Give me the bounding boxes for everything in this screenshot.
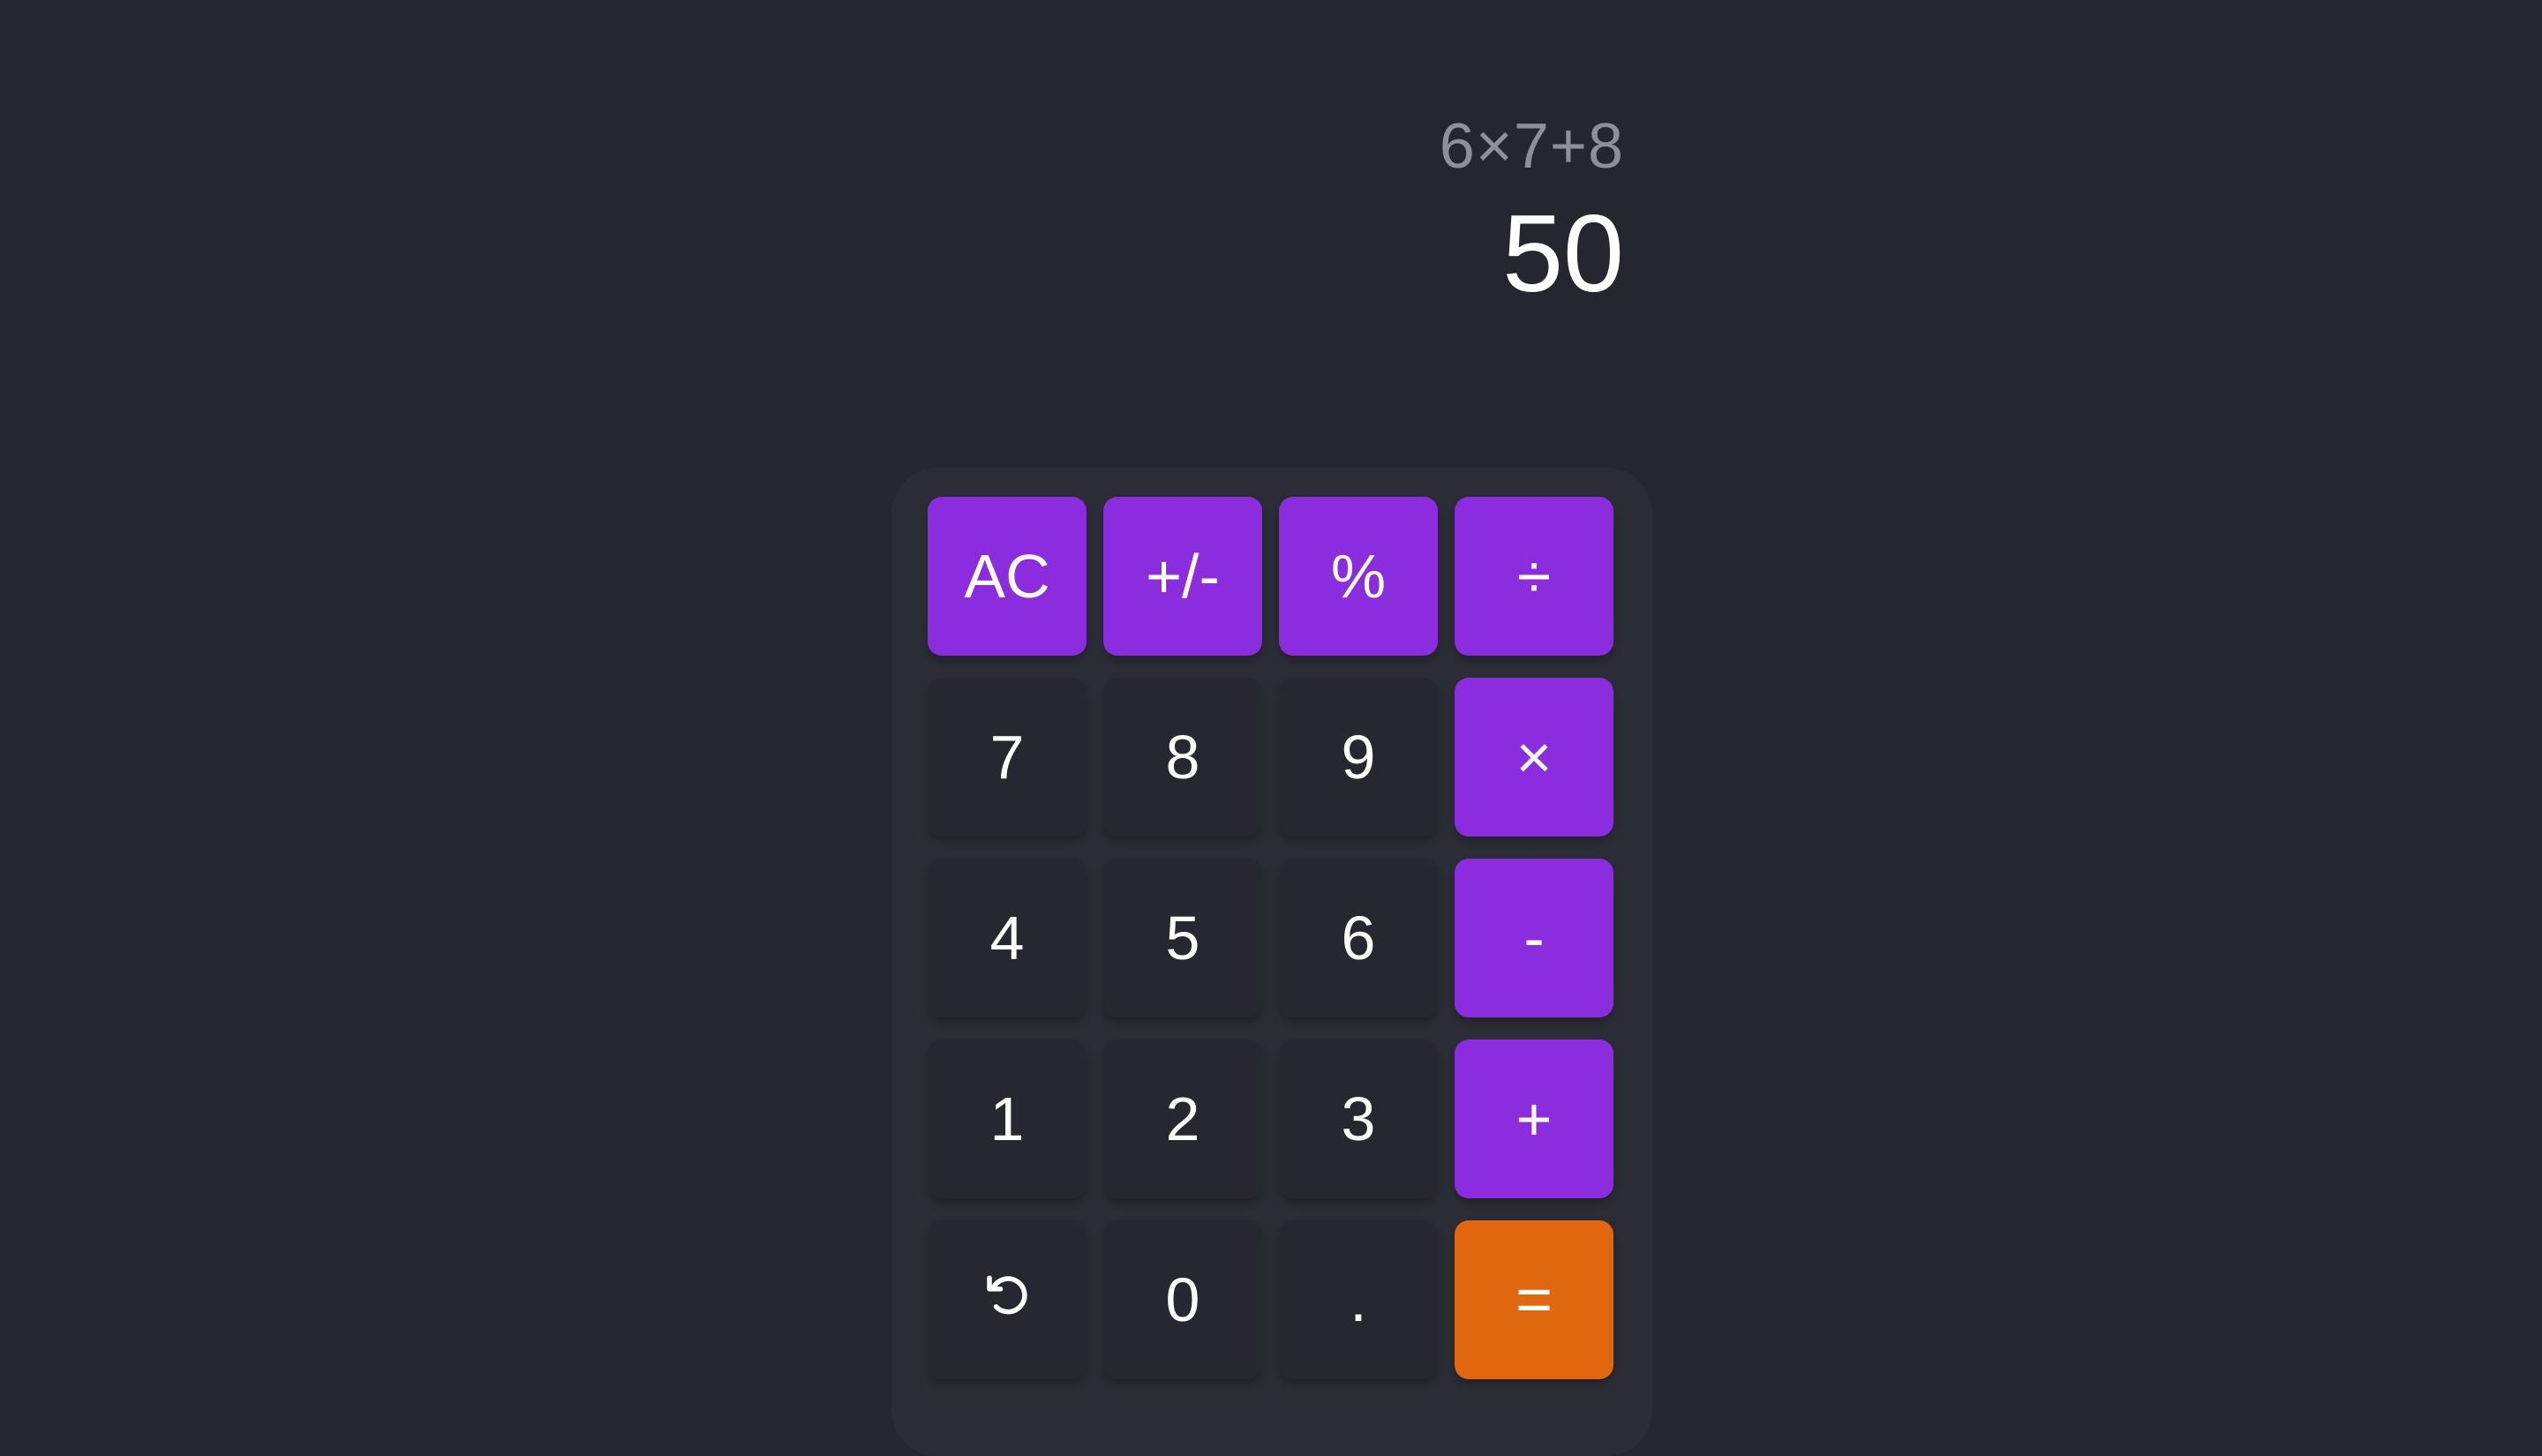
digit-5-label: 5 bbox=[1165, 904, 1200, 972]
digit-4-label: 4 bbox=[989, 904, 1025, 972]
add-button[interactable]: + bbox=[1455, 1039, 1613, 1198]
keypad: AC +/-% ÷ 7 8 9 × 4 5 6 - 1 2 3 +0. = bbox=[891, 468, 1652, 1456]
decimal-label: . bbox=[1350, 1265, 1367, 1334]
digit-6-button[interactable]: 6 bbox=[1279, 859, 1438, 1017]
undo-button[interactable] bbox=[928, 1220, 1087, 1379]
multiply-label: × bbox=[1515, 723, 1553, 792]
clear-button[interactable]: AC bbox=[928, 497, 1087, 656]
negate-button[interactable]: +/- bbox=[1103, 497, 1262, 656]
keypad-grid: AC +/-% ÷ 7 8 9 × 4 5 6 - 1 2 3 +0. = bbox=[928, 497, 1613, 1379]
result-text: 50 bbox=[1502, 193, 1624, 315]
digit-8-label: 8 bbox=[1165, 723, 1200, 792]
undo-icon bbox=[981, 1265, 1034, 1335]
percent-label: % bbox=[1330, 542, 1387, 611]
digit-4-button[interactable]: 4 bbox=[928, 859, 1087, 1017]
subtract-button[interactable]: - bbox=[1455, 859, 1613, 1017]
digit-7-button[interactable]: 7 bbox=[928, 678, 1087, 837]
subtract-label: - bbox=[1523, 904, 1545, 972]
equals-label: = bbox=[1515, 1265, 1553, 1335]
percent-button[interactable]: % bbox=[1279, 497, 1438, 656]
digit-2-label: 2 bbox=[1165, 1084, 1200, 1153]
digit-0-button[interactable]: 0 bbox=[1103, 1220, 1262, 1379]
decimal-button[interactable]: . bbox=[1279, 1220, 1438, 1379]
add-label: + bbox=[1515, 1084, 1553, 1153]
equals-button[interactable]: = bbox=[1455, 1220, 1613, 1379]
digit-3-button[interactable]: 3 bbox=[1279, 1039, 1438, 1198]
digit-5-button[interactable]: 5 bbox=[1103, 859, 1262, 1017]
negate-label: +/- bbox=[1146, 542, 1220, 611]
digit-2-button[interactable]: 2 bbox=[1103, 1039, 1262, 1198]
digit-0-label: 0 bbox=[1165, 1265, 1200, 1334]
calculator-display: 6×7+8 50 bbox=[891, 115, 1624, 309]
clear-label: AC bbox=[964, 542, 1050, 611]
digit-9-label: 9 bbox=[1341, 723, 1376, 792]
multiply-button[interactable]: × bbox=[1455, 678, 1613, 837]
expression-text: 6×7+8 bbox=[1439, 111, 1624, 182]
digit-8-button[interactable]: 8 bbox=[1103, 678, 1262, 837]
digit-9-button[interactable]: 9 bbox=[1279, 678, 1438, 837]
digit-7-label: 7 bbox=[989, 723, 1025, 792]
digit-3-label: 3 bbox=[1341, 1084, 1376, 1153]
divide-button[interactable]: ÷ bbox=[1455, 497, 1613, 656]
digit-1-label: 1 bbox=[989, 1084, 1025, 1153]
digit-6-label: 6 bbox=[1341, 904, 1376, 972]
digit-1-button[interactable]: 1 bbox=[928, 1039, 1087, 1198]
divide-label: ÷ bbox=[1516, 542, 1552, 611]
